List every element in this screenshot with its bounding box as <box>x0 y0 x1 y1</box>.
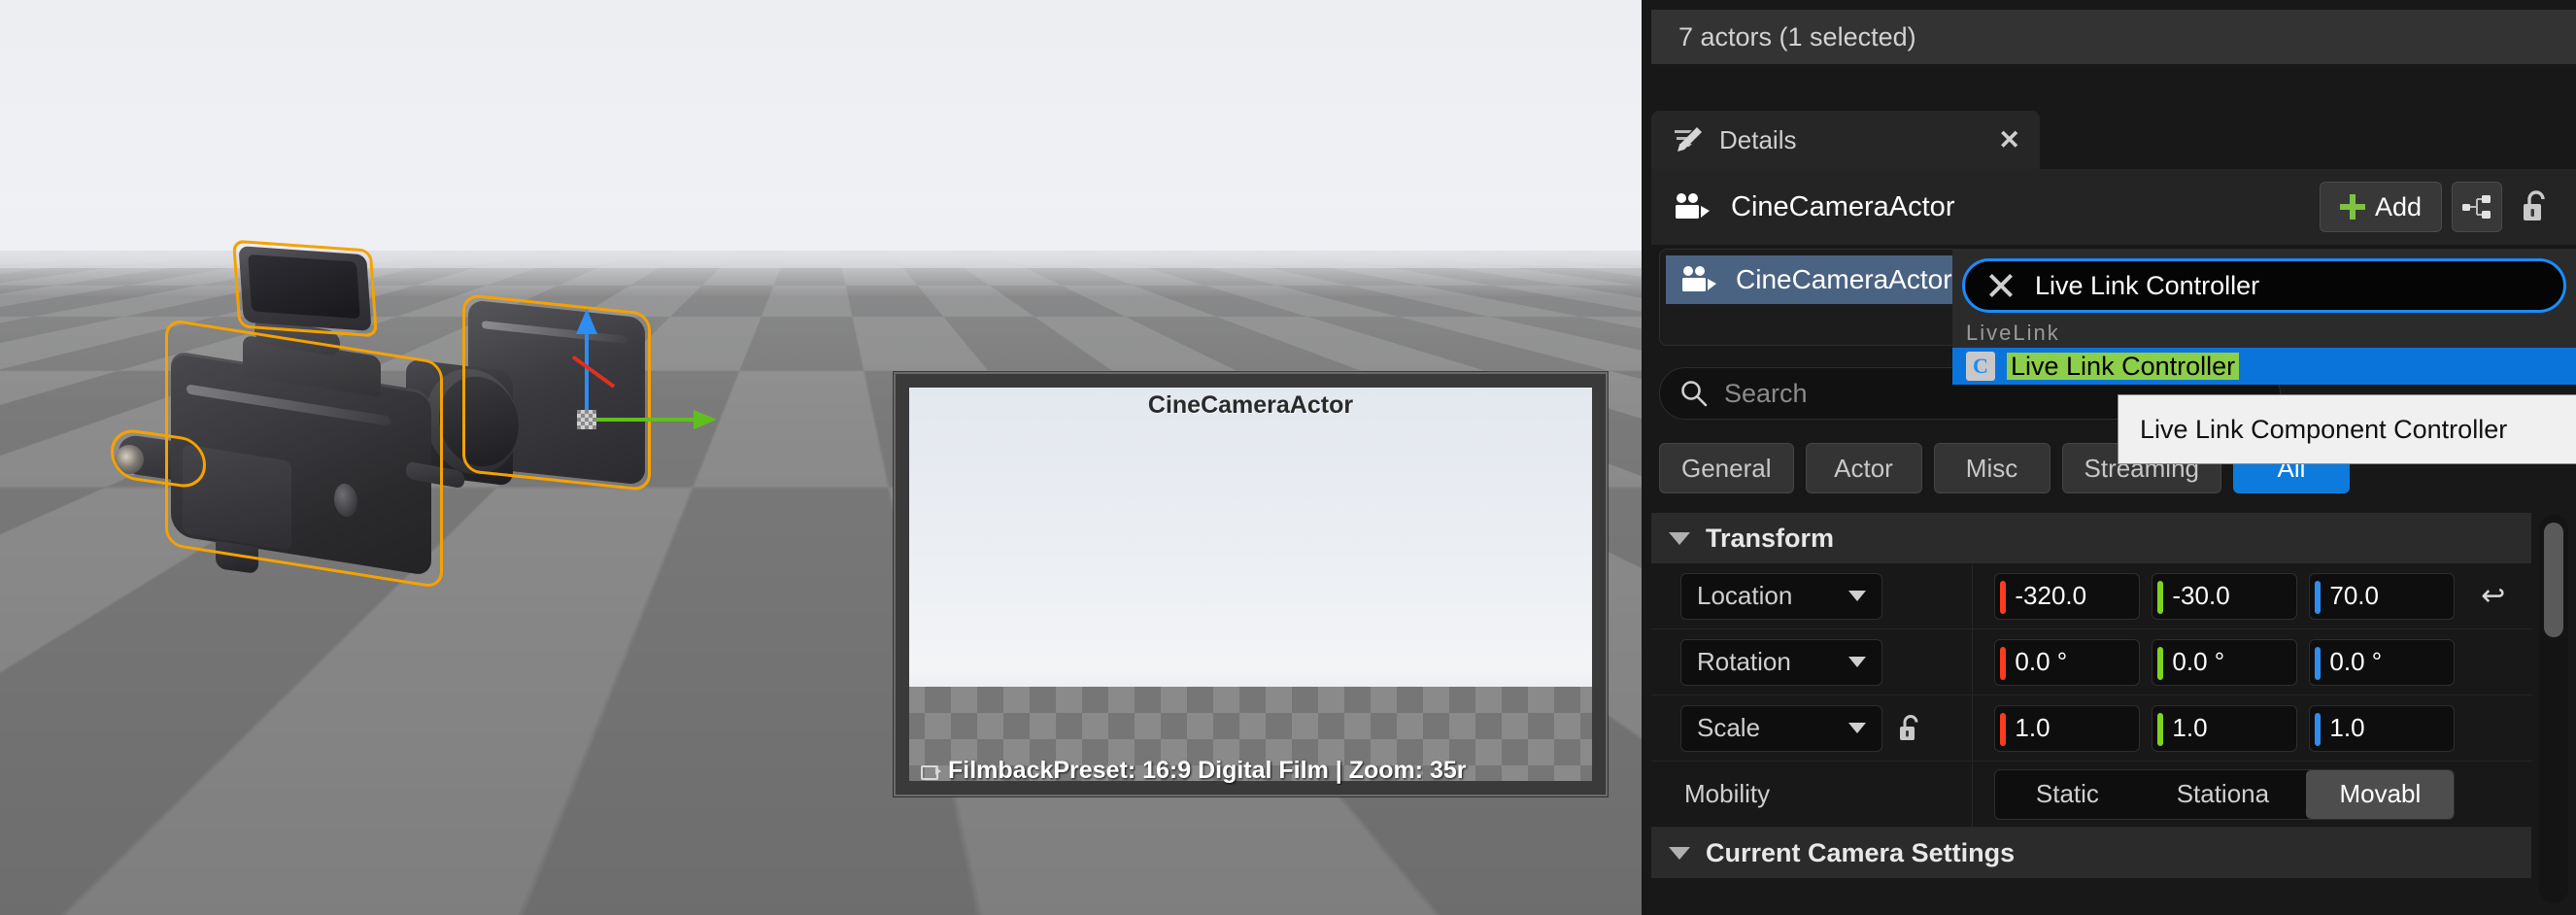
camera-preview-footer: FilmbackPreset: 16:9 Digital Film | Zoom… <box>921 757 1598 785</box>
actors-status-text: 7 actors (1 selected) <box>1678 21 1916 51</box>
mobility-segmented-control: Static Stationa Movabl <box>1994 768 2456 820</box>
cine-camera-icon <box>1682 266 1716 291</box>
close-icon[interactable]: ✕ <box>1998 125 2020 155</box>
object-header: CineCameraActor Add <box>1651 169 2576 245</box>
rotation-value-cell: 0.0 ° 0.0 ° 0.0 ° <box>1973 638 2456 686</box>
chevron-down-icon <box>1669 531 1690 545</box>
rotation-dropdown[interactable]: Rotation <box>1680 638 1882 686</box>
camera-preview-window[interactable]: CineCameraActor FilmbackPreset: 16:9 Dig… <box>894 372 1608 796</box>
scale-label: Scale <box>1697 713 1761 742</box>
mobility-option-static[interactable]: Static <box>1995 770 2139 819</box>
chevron-down-icon <box>1848 657 1866 667</box>
cine-camera-actor-mesh[interactable] <box>97 223 717 631</box>
scale-y-input[interactable]: 1.0 <box>2152 704 2298 752</box>
transform-gizmo[interactable] <box>563 309 729 470</box>
component-category-label: LiveLink <box>1966 321 2060 345</box>
gizmo-z-arrow-icon[interactable] <box>576 309 597 334</box>
rotation-y-input[interactable]: 0.0 ° <box>2152 638 2298 686</box>
clear-x-icon[interactable] <box>1986 271 2016 300</box>
details-scrollbar-thumb[interactable] <box>2544 523 2563 637</box>
tooltip-text: Live Link Component Controller <box>2140 414 2508 444</box>
component-icon: C <box>1966 352 1995 381</box>
actors-status-bar: 7 actors (1 selected) <box>1651 10 2576 64</box>
tab-details[interactable]: Details ✕ <box>1651 111 2040 169</box>
gizmo-z-axis[interactable] <box>585 324 589 418</box>
section-transform-label: Transform <box>1706 523 1835 553</box>
selection-outline-body <box>165 318 443 590</box>
mobility-label-cell: Mobility <box>1651 762 1974 827</box>
camera-preview-footer-text: FilmbackPreset: 16:9 Digital Film | Zoom… <box>948 757 1467 784</box>
add-component-search-popup: Live Link Controller LiveLink C Live Lin… <box>1952 249 2576 385</box>
component-search-value: Live Link Controller <box>2035 270 2260 300</box>
scale-label-cell: Scale <box>1651 695 1974 761</box>
mobility-option-stationary[interactable]: Stationa <box>2139 770 2306 819</box>
mobility-value-cell: Static Stationa Movabl <box>1973 768 2456 820</box>
scale-z-input[interactable]: 1.0 <box>2309 704 2456 752</box>
selection-outline-screen <box>232 239 378 338</box>
property-row-mobility: Mobility Static Stationa Movabl <box>1651 762 2531 828</box>
filter-tab-misc[interactable]: Misc <box>1933 443 2051 493</box>
location-z-input[interactable]: 70.0 <box>2309 572 2456 620</box>
camera-preview-render <box>909 388 1592 781</box>
chevron-down-icon <box>1669 846 1690 860</box>
details-scrollbar[interactable] <box>2539 515 2568 903</box>
page-title: CineCameraActor <box>1731 190 1955 222</box>
location-y-input[interactable]: -30.0 <box>2152 572 2298 620</box>
tooltip: Live Link Component Controller <box>2118 394 2576 464</box>
section-header-transform[interactable]: Transform <box>1651 513 2531 563</box>
unlock-small-icon[interactable] <box>1898 714 1923 743</box>
camera-filmback-icon <box>921 762 942 780</box>
plus-icon <box>2339 194 2365 220</box>
rotation-label-cell: Rotation <box>1651 629 1974 695</box>
gizmo-x-axis[interactable] <box>571 355 616 389</box>
reset-arrow-icon[interactable]: ↩ <box>2455 579 2531 613</box>
gizmo-center-handle[interactable] <box>577 410 596 429</box>
camera-preview-title: CineCameraActor <box>1147 391 1354 419</box>
location-x-input[interactable]: -320.0 <box>1994 572 2141 620</box>
filter-tab-actor[interactable]: Actor <box>1805 443 1922 493</box>
location-label: Location <box>1697 581 1793 610</box>
property-row-rotation: Rotation 0.0 ° 0.0 ° 0.0 ° <box>1651 629 2531 695</box>
blueprint-hierarchy-icon <box>2462 195 2491 219</box>
component-result-live-link-controller[interactable]: C Live Link Controller <box>1952 348 2576 385</box>
location-dropdown[interactable]: Location <box>1680 572 1882 620</box>
scale-x-input[interactable]: 1.0 <box>1994 704 2141 752</box>
blueprint-hierarchy-button[interactable] <box>2452 182 2502 232</box>
property-row-location: Location -320.0 -30.0 70.0 ↩ <box>1651 563 2531 629</box>
chevron-down-icon <box>1848 723 1866 733</box>
rotation-label: Rotation <box>1697 647 1791 676</box>
mobility-label: Mobility <box>1684 779 1771 808</box>
search-placeholder: Search <box>1724 378 1808 408</box>
component-search-input[interactable]: Live Link Controller <box>1962 258 2566 313</box>
component-result-label: Live Link Controller <box>2007 352 2240 380</box>
mobility-option-movable[interactable]: Movabl <box>2306 769 2455 819</box>
gizmo-y-axis[interactable] <box>587 418 695 422</box>
scale-value-cell: 1.0 1.0 1.0 <box>1973 704 2456 752</box>
location-value-cell: -320.0 -30.0 70.0 <box>1973 572 2456 620</box>
details-tab-strip: Details ✕ <box>1651 111 2040 169</box>
unlock-icon <box>2524 190 2545 220</box>
section-current-camera-settings-label: Current Camera Settings <box>1706 837 2016 867</box>
search-icon <box>1681 381 1708 407</box>
tab-details-label: Details <box>1719 124 1797 154</box>
section-header-current-camera-settings[interactable]: Current Camera Settings <box>1651 828 2531 878</box>
property-row-scale: Scale 1.0 1.0 1.0 <box>1651 695 2531 762</box>
level-viewport[interactable]: CineCameraActor FilmbackPreset: 16:9 Dig… <box>0 0 1642 915</box>
lock-details-button[interactable] <box>2512 182 2560 232</box>
filter-tab-general[interactable]: General <box>1659 443 1794 493</box>
details-pencil-icon <box>1675 127 1702 152</box>
scale-dropdown[interactable]: Scale <box>1680 704 1882 752</box>
gizmo-y-arrow-icon[interactable] <box>694 410 717 429</box>
location-label-cell: Location <box>1651 563 1974 628</box>
cine-camera-icon <box>1676 193 1710 219</box>
chevron-down-icon <box>1848 591 1866 601</box>
add-component-button[interactable]: Add <box>2319 182 2442 232</box>
rotation-z-input[interactable]: 0.0 ° <box>2309 638 2456 686</box>
add-button-label: Add <box>2374 191 2422 221</box>
unreal-editor-window: CineCameraActor FilmbackPreset: 16:9 Dig… <box>0 0 2576 915</box>
rotation-x-input[interactable]: 0.0 ° <box>1994 638 2141 686</box>
